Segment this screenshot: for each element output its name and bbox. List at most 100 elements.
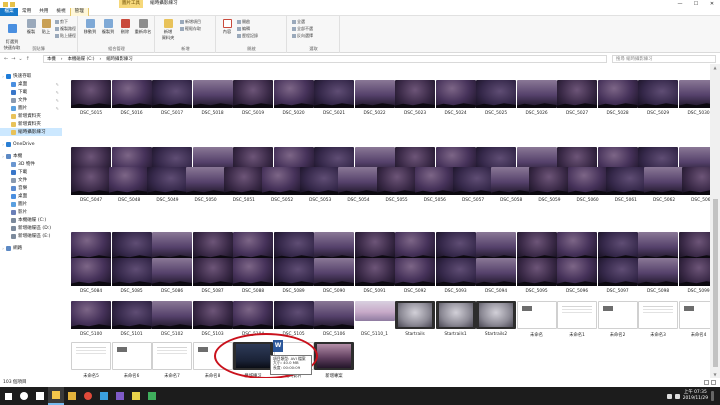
edit-button[interactable]: 編輯 xyxy=(237,26,250,32)
up-arrow-icon[interactable]: ↑ xyxy=(26,56,30,62)
maximize-button[interactable]: ☐ xyxy=(688,0,704,8)
sidebar-item[interactable]: 縮時攝影練习 xyxy=(0,128,62,136)
select-all-button[interactable]: 全選 xyxy=(292,19,305,25)
copy-button[interactable]: 複製 xyxy=(24,19,38,35)
recent-chevron-icon[interactable]: ⌄ xyxy=(18,56,22,62)
open-button[interactable]: 開啟 xyxy=(237,19,250,25)
navigation-pane: › 快速存取 桌面 ✎ 下載 ✎ 文件 ✎ 圖片 ✎ 新增資料夾 新增資料夾 縮時攝影練习 › OneDri… xyxy=(0,72,62,376)
select-none-button[interactable]: 全部不選 xyxy=(292,26,313,32)
taskbar: 上午 07:35 2019/11/29 xyxy=(0,387,720,405)
minimize-button[interactable]: — xyxy=(672,0,688,8)
sidebar-item[interactable]: 桌面 ✎ xyxy=(0,80,62,88)
sidebar-item-label: 桌面 xyxy=(18,82,28,87)
taskbar-media-button[interactable] xyxy=(96,387,112,405)
sidebar-item[interactable]: 音樂 xyxy=(0,184,62,192)
taskbar-app-button[interactable] xyxy=(128,387,144,405)
sidebar-item[interactable]: 文件 xyxy=(0,176,62,184)
save-icon[interactable] xyxy=(3,1,8,7)
document-content xyxy=(602,306,613,311)
copy-path-button[interactable]: 複製路徑 xyxy=(55,26,76,32)
history-button[interactable]: 歷程記錄 xyxy=(237,33,258,39)
taskbar-folder-button[interactable] xyxy=(64,387,80,405)
sidebar-item-label: 圖片 xyxy=(18,106,28,111)
breadcrumb[interactable]: 本機 › 本機磁碟 (C:) › 縮時攝影練习 xyxy=(43,55,607,63)
search-input[interactable]: 搜尋 縮時攝影練习 xyxy=(612,55,716,63)
taskbar-explorer-button[interactable] xyxy=(48,387,64,405)
taskbar-start-button[interactable] xyxy=(0,387,16,405)
taskbar-app2-button[interactable] xyxy=(144,387,160,405)
sidebar-item[interactable]: 3D 物件 xyxy=(0,160,62,168)
ribbon-tab[interactable]: 共用 xyxy=(35,8,52,16)
sidebar-item[interactable]: 本機磁碟 (C:) xyxy=(0,216,62,224)
folder-icon[interactable] xyxy=(10,1,15,7)
sidebar-item[interactable]: 圖片 xyxy=(0,200,62,208)
title-bar: 圖片工具 縮時攝影練习 — ☐ ✕ xyxy=(0,0,720,8)
invert-selection-button[interactable]: 反向選擇 xyxy=(292,33,313,39)
paste-button[interactable]: 貼上 xyxy=(39,19,53,35)
vertical-scrollbar[interactable]: ▲ ▼ xyxy=(710,64,720,378)
ribbon-tab[interactable]: 檢視 xyxy=(52,8,69,16)
network-icon[interactable] xyxy=(666,393,672,399)
taskbar-paint-button[interactable] xyxy=(112,387,128,405)
sidebar-item[interactable]: 影片 xyxy=(0,208,62,216)
large-icons-view-icon[interactable] xyxy=(711,380,716,385)
details-view-icon[interactable] xyxy=(704,380,709,385)
move-to-button[interactable]: 移動到 xyxy=(82,19,98,35)
close-button[interactable]: ✕ xyxy=(704,0,720,8)
ribbon-tab[interactable]: 管理 xyxy=(69,7,89,16)
document-content xyxy=(643,306,673,307)
breadcrumb-this-pc[interactable]: 本機 xyxy=(47,56,56,62)
scroll-up-icon[interactable]: ▲ xyxy=(710,65,720,70)
breadcrumb-current-folder[interactable]: 縮時攝影練习 xyxy=(106,56,132,62)
sidebar-item[interactable]: 新增資料夾 xyxy=(0,112,62,120)
sidebar-item[interactable]: › 本機 xyxy=(0,152,62,160)
ribbon-tab[interactable]: 常用 xyxy=(18,8,35,16)
volume-icon[interactable] xyxy=(674,393,680,399)
scrollbar-thumb[interactable] xyxy=(713,199,718,367)
sidebar-item[interactable]: 新增磁碟區 (D:) xyxy=(0,224,62,232)
document-content xyxy=(157,347,187,348)
sidebar-item[interactable]: 文件 ✎ xyxy=(0,96,62,104)
rename-button[interactable]: 重新命名 xyxy=(134,19,152,35)
sidebar-item[interactable]: › 快速存取 xyxy=(0,72,62,80)
back-arrow-icon[interactable]: ← xyxy=(4,56,8,62)
clock[interactable]: 上午 07:35 2019/11/29 xyxy=(683,390,708,402)
folder-icon xyxy=(11,185,16,191)
ribbon-tabs: 檔案 常用 共用 檢視 管理 xyxy=(0,7,720,16)
sidebar-item[interactable]: 桌面 xyxy=(0,192,62,200)
paste-shortcut-button[interactable]: 貼上捷徑 xyxy=(55,33,76,39)
sidebar-item[interactable]: 新增資料夾 xyxy=(0,120,62,128)
quick-access-toolbar[interactable] xyxy=(3,1,15,7)
easy-access-button[interactable]: 輕鬆存取 xyxy=(180,26,201,32)
folder-icon xyxy=(11,193,16,199)
taskbar-search-button[interactable] xyxy=(16,387,32,405)
new-item-button[interactable]: 新增項目 xyxy=(180,19,201,25)
sidebar-item[interactable]: 下載 xyxy=(0,168,62,176)
document-content xyxy=(197,347,208,352)
scroll-down-icon[interactable]: ▼ xyxy=(710,372,720,377)
sidebar-item[interactable]: 新增磁碟區 (E:) xyxy=(0,232,62,240)
new-folder-button[interactable]: 新增 資料夾 xyxy=(159,19,177,41)
delete-button[interactable]: 刪除 xyxy=(118,19,132,35)
start-icon xyxy=(4,392,12,400)
properties-button[interactable]: 內容 xyxy=(220,19,234,35)
taskbar-chrome-button[interactable] xyxy=(80,387,96,405)
sidebar-item[interactable]: 圖片 ✎ xyxy=(0,104,62,112)
select-none-icon xyxy=(292,27,296,31)
ribbon-tab[interactable]: 檔案 xyxy=(0,7,18,16)
notification-icon[interactable] xyxy=(711,391,714,401)
new-folder-icon xyxy=(163,19,173,28)
tooltip-length: 長度: 00:00:09 xyxy=(273,364,301,370)
forward-arrow-icon[interactable]: → xyxy=(11,56,15,62)
sidebar-item[interactable]: › OneDrive xyxy=(0,140,62,148)
select-group: 全選 全部不選 反向選擇 選取 xyxy=(288,16,340,53)
cut-button[interactable]: 剪下 xyxy=(55,19,68,25)
copy-to-icon xyxy=(103,19,113,28)
taskbar-task-view-button[interactable] xyxy=(32,387,48,405)
sidebar-item[interactable]: › 網路 xyxy=(0,244,62,252)
breadcrumb-c-drive[interactable]: 本機磁碟 (C:) xyxy=(68,56,95,62)
sidebar-item[interactable]: 下載 ✎ xyxy=(0,88,62,96)
copy-to-button[interactable]: 複製到 xyxy=(100,19,116,35)
video-frame xyxy=(317,344,351,368)
sidebar-item-label: 縮時攝影練习 xyxy=(18,130,46,135)
